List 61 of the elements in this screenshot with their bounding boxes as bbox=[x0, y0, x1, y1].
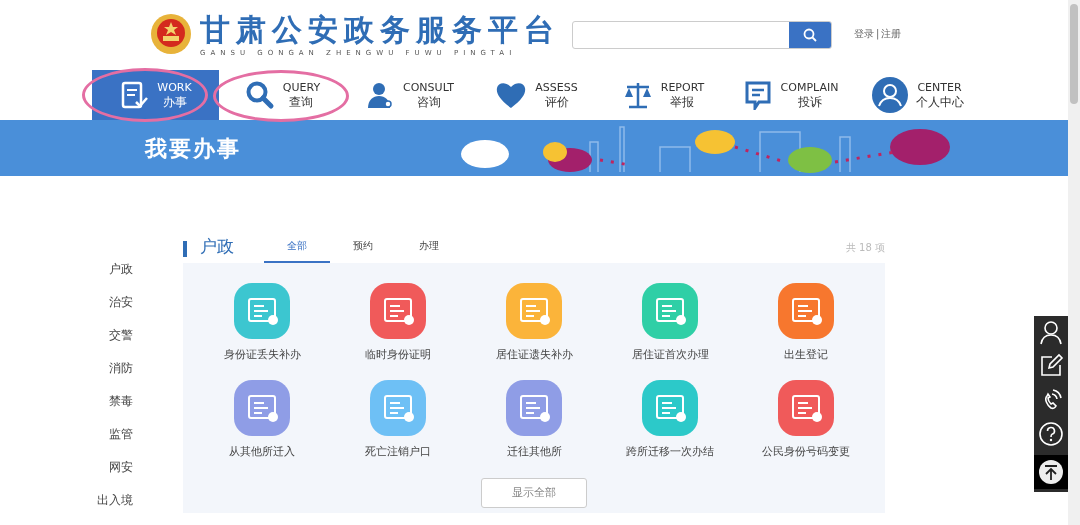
nav-tab[interactable]: REPORT 举报 bbox=[600, 70, 727, 120]
sidebar-item[interactable]: 治安 bbox=[109, 294, 133, 311]
search-field[interactable] bbox=[572, 21, 832, 49]
emblem-icon bbox=[150, 12, 192, 56]
nav-tab[interactable]: WORK 办事 bbox=[92, 70, 219, 120]
filter-tab[interactable]: 办理 bbox=[396, 238, 462, 263]
service-icon[interactable] bbox=[778, 379, 834, 436]
service-label[interactable]: 居住证首次办理 bbox=[631, 347, 709, 364]
nav-tab[interactable]: ASSESS 评价 bbox=[473, 70, 600, 120]
service-label[interactable]: 居住证遗失补办 bbox=[495, 347, 573, 364]
banner-title: 我要办事 bbox=[145, 134, 241, 163]
service-label[interactable]: 死亡注销户口 bbox=[365, 443, 431, 460]
back-to-top-icon bbox=[1038, 459, 1064, 485]
search-icon bbox=[803, 28, 817, 42]
edit-icon[interactable] bbox=[1038, 353, 1064, 379]
service-icon[interactable] bbox=[234, 283, 290, 339]
sidebar-item[interactable]: 出入境 bbox=[97, 492, 133, 509]
service-label[interactable]: 从其他所迁入 bbox=[229, 443, 295, 460]
search-icon bbox=[244, 80, 275, 110]
site-title: 甘肃公安政务服务平台 bbox=[200, 12, 560, 48]
help-icon[interactable] bbox=[1038, 421, 1064, 447]
service-icon[interactable] bbox=[778, 283, 834, 339]
form-check-icon bbox=[119, 80, 150, 110]
back-to-top-button[interactable] bbox=[1034, 455, 1068, 489]
service-icon[interactable] bbox=[642, 283, 698, 339]
section-title: 户政 bbox=[200, 234, 234, 258]
scrollbar[interactable] bbox=[1068, 0, 1080, 525]
service-icon[interactable] bbox=[370, 379, 426, 436]
sidebar-item[interactable]: 禁毒 bbox=[109, 393, 133, 410]
sidebar-item[interactable]: 监管 bbox=[109, 426, 133, 443]
nav-tab[interactable]: CENTER 个人中心 bbox=[854, 70, 981, 120]
service-label[interactable]: 出生登记 bbox=[784, 347, 828, 364]
title-marker bbox=[183, 241, 187, 257]
login-link[interactable]: 登录 bbox=[854, 26, 874, 41]
service-label[interactable]: 身份证丢失补办 bbox=[223, 347, 301, 364]
service-icon[interactable] bbox=[234, 379, 290, 436]
sidebar-item[interactable]: 户政 bbox=[109, 261, 133, 278]
sidebar-item[interactable]: 消防 bbox=[109, 360, 133, 377]
separator: | bbox=[876, 27, 880, 41]
search-button[interactable] bbox=[789, 22, 831, 48]
register-link[interactable]: 注册 bbox=[881, 26, 902, 41]
heart-icon bbox=[495, 80, 528, 110]
user-icon bbox=[871, 77, 908, 113]
service-icon[interactable] bbox=[642, 379, 698, 436]
sidebar-item[interactable]: 交警 bbox=[109, 327, 133, 344]
service-label[interactable]: 公民身份号码变更 bbox=[762, 443, 850, 460]
show-all-button[interactable]: 显示全部 bbox=[481, 478, 587, 508]
nav-tab[interactable]: CONSULT 咨询 bbox=[346, 70, 473, 120]
service-label[interactable]: 跨所迁移一次办结 bbox=[626, 443, 714, 460]
nav-tab[interactable]: QUERY 查询 bbox=[219, 70, 346, 120]
user-icon[interactable] bbox=[1038, 319, 1064, 345]
filter-tab[interactable]: 预约 bbox=[330, 238, 396, 263]
service-label[interactable]: 迁往其他所 bbox=[506, 443, 562, 460]
nav-tab[interactable]: COMPLAIN 投诉 bbox=[727, 70, 854, 120]
item-count: 共 18 项 bbox=[845, 241, 885, 255]
service-icon[interactable] bbox=[506, 379, 562, 436]
service-icon[interactable] bbox=[506, 283, 562, 339]
service-label[interactable]: 临时身份证明 bbox=[365, 347, 431, 364]
service-icon[interactable] bbox=[370, 283, 426, 339]
sidebar-item[interactable]: 网安 bbox=[109, 459, 133, 476]
scales-icon bbox=[622, 80, 653, 110]
